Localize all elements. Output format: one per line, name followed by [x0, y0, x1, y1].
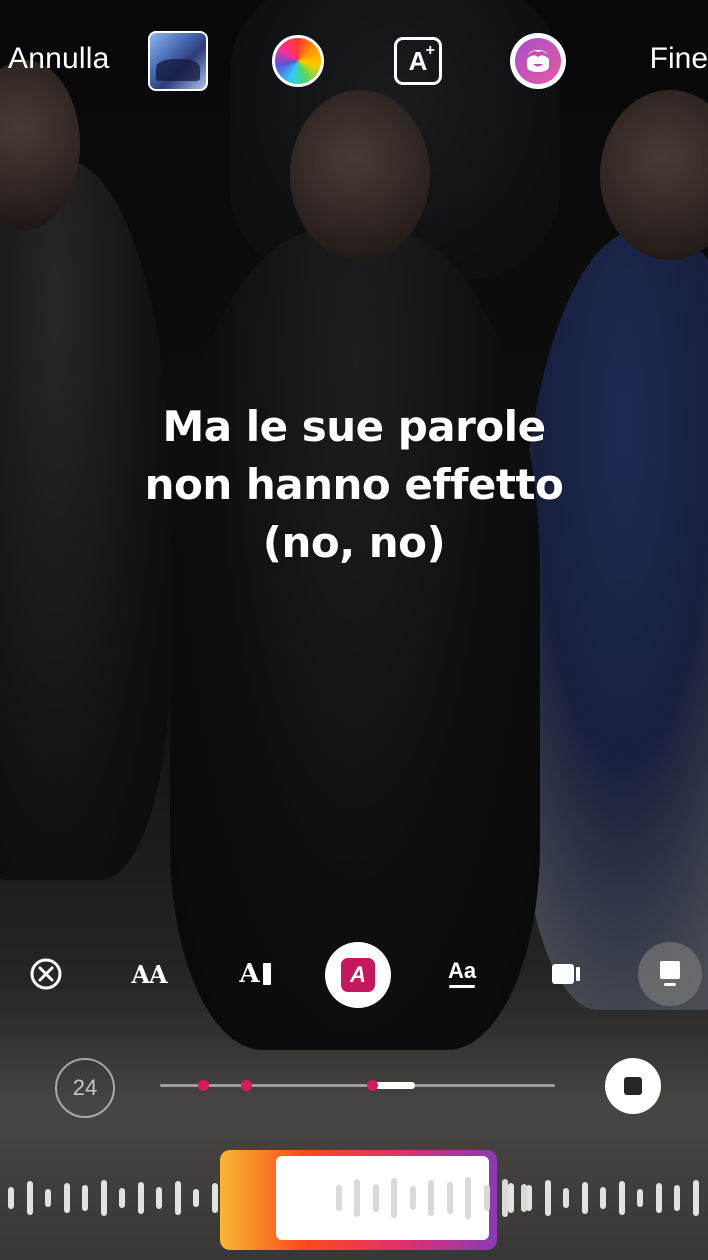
- waveform-bar: [637, 1189, 643, 1207]
- waveform-bar: [502, 1179, 508, 1217]
- waveform-bar: [137, 1182, 144, 1214]
- stop-button[interactable]: [605, 1058, 661, 1114]
- waveform-bar: [335, 1185, 342, 1211]
- sparkle-glyph: +: [425, 42, 435, 59]
- waveform-bar: [581, 1182, 588, 1214]
- close-icon[interactable]: [14, 942, 78, 1006]
- waveform-bar: [354, 1179, 360, 1217]
- waveform-bar: [446, 1182, 453, 1214]
- text-effect-glyph: A: [408, 45, 428, 76]
- waveform-bar: [156, 1187, 162, 1209]
- waveform-bar: [100, 1180, 107, 1216]
- lyric-marker[interactable]: [198, 1080, 209, 1091]
- avatar-face-icon: [527, 50, 549, 72]
- waveform-bar: [391, 1178, 397, 1218]
- waveform-bar: [674, 1185, 680, 1211]
- text-cursor-label: A: [239, 959, 260, 989]
- audio-waveform-scrubber[interactable]: [0, 1150, 708, 1250]
- video-icon[interactable]: [534, 942, 598, 1006]
- waveform-bar: [211, 1183, 218, 1213]
- lyrics-line: Ma le sue parole: [162, 402, 546, 451]
- highlight-label: A: [350, 962, 366, 987]
- font-size-icon[interactable]: AA: [117, 942, 181, 1006]
- duration-button[interactable]: 24: [55, 1058, 115, 1118]
- playback-timeline: 24: [0, 1056, 708, 1118]
- waveform-bar: [618, 1181, 625, 1215]
- avatar-sticker-icon[interactable]: [510, 33, 566, 89]
- clip-selector-window: [276, 1156, 527, 1240]
- text-sparkle-icon[interactable]: A +: [394, 37, 442, 85]
- font-style-icon[interactable]: Aa: [430, 942, 494, 1006]
- waveform-bar: [26, 1181, 33, 1215]
- top-toolbar: Annulla A + Fine: [0, 30, 708, 94]
- cursor-bar: [262, 963, 271, 985]
- waveform-bar: [8, 1187, 14, 1209]
- waveform-bar: [119, 1188, 125, 1208]
- waveform-bar: [655, 1183, 662, 1213]
- lyrics-line: (no, no): [262, 518, 446, 567]
- waveform-bar: [544, 1180, 551, 1216]
- waveform-bar: [45, 1189, 51, 1207]
- waveform-bar: [483, 1185, 490, 1211]
- lyrics-progress-track[interactable]: [160, 1080, 555, 1091]
- underline-bar: [449, 985, 475, 988]
- lyrics-text[interactable]: Ma le sue parole non hanno effetto (no, …: [60, 398, 648, 572]
- waveform-bar: [280, 1180, 286, 1216]
- lyrics-line: non hanno effetto: [144, 460, 564, 509]
- waveform-bar: [298, 1182, 305, 1214]
- waveform-bar: [63, 1183, 70, 1213]
- waveform-bar: [174, 1181, 181, 1215]
- waveform-bar: [526, 1185, 532, 1211]
- font-size-label: AA: [131, 959, 167, 989]
- card-icon[interactable]: [638, 942, 702, 1006]
- waveform-bar: [520, 1184, 527, 1212]
- text-cursor-icon[interactable]: A: [223, 942, 287, 1006]
- lyrics-style-picker: AA A A Aa: [0, 942, 708, 1010]
- waveform-bar: [409, 1186, 416, 1210]
- waveform-bar: [465, 1177, 471, 1219]
- stop-icon: [624, 1077, 642, 1095]
- lyric-marker[interactable]: [367, 1080, 378, 1091]
- waveform-bar: [193, 1189, 199, 1207]
- lyric-marker[interactable]: [241, 1080, 252, 1091]
- done-button[interactable]: Fine: [650, 42, 708, 76]
- album-cover-icon[interactable]: [148, 31, 208, 91]
- highlight-text-icon[interactable]: A: [325, 942, 391, 1008]
- waveform-bar: [563, 1188, 569, 1208]
- font-style-wrap: Aa: [448, 960, 476, 988]
- waveform-bar: [600, 1187, 606, 1209]
- font-style-label: Aa: [447, 958, 477, 983]
- waveform-bar: [82, 1185, 88, 1211]
- avatar-sticker-inner: [515, 38, 561, 84]
- waveform-bar: [428, 1180, 434, 1216]
- waveform-bar: [507, 1183, 514, 1213]
- color-wheel-icon[interactable]: [272, 35, 324, 87]
- cancel-button[interactable]: Annulla: [8, 42, 109, 76]
- waveform-bar: [692, 1180, 699, 1216]
- highlight-box: A: [341, 958, 375, 992]
- waveform-bar: [317, 1177, 323, 1219]
- clip-selector[interactable]: [220, 1150, 527, 1250]
- waveform-bar: [372, 1184, 379, 1212]
